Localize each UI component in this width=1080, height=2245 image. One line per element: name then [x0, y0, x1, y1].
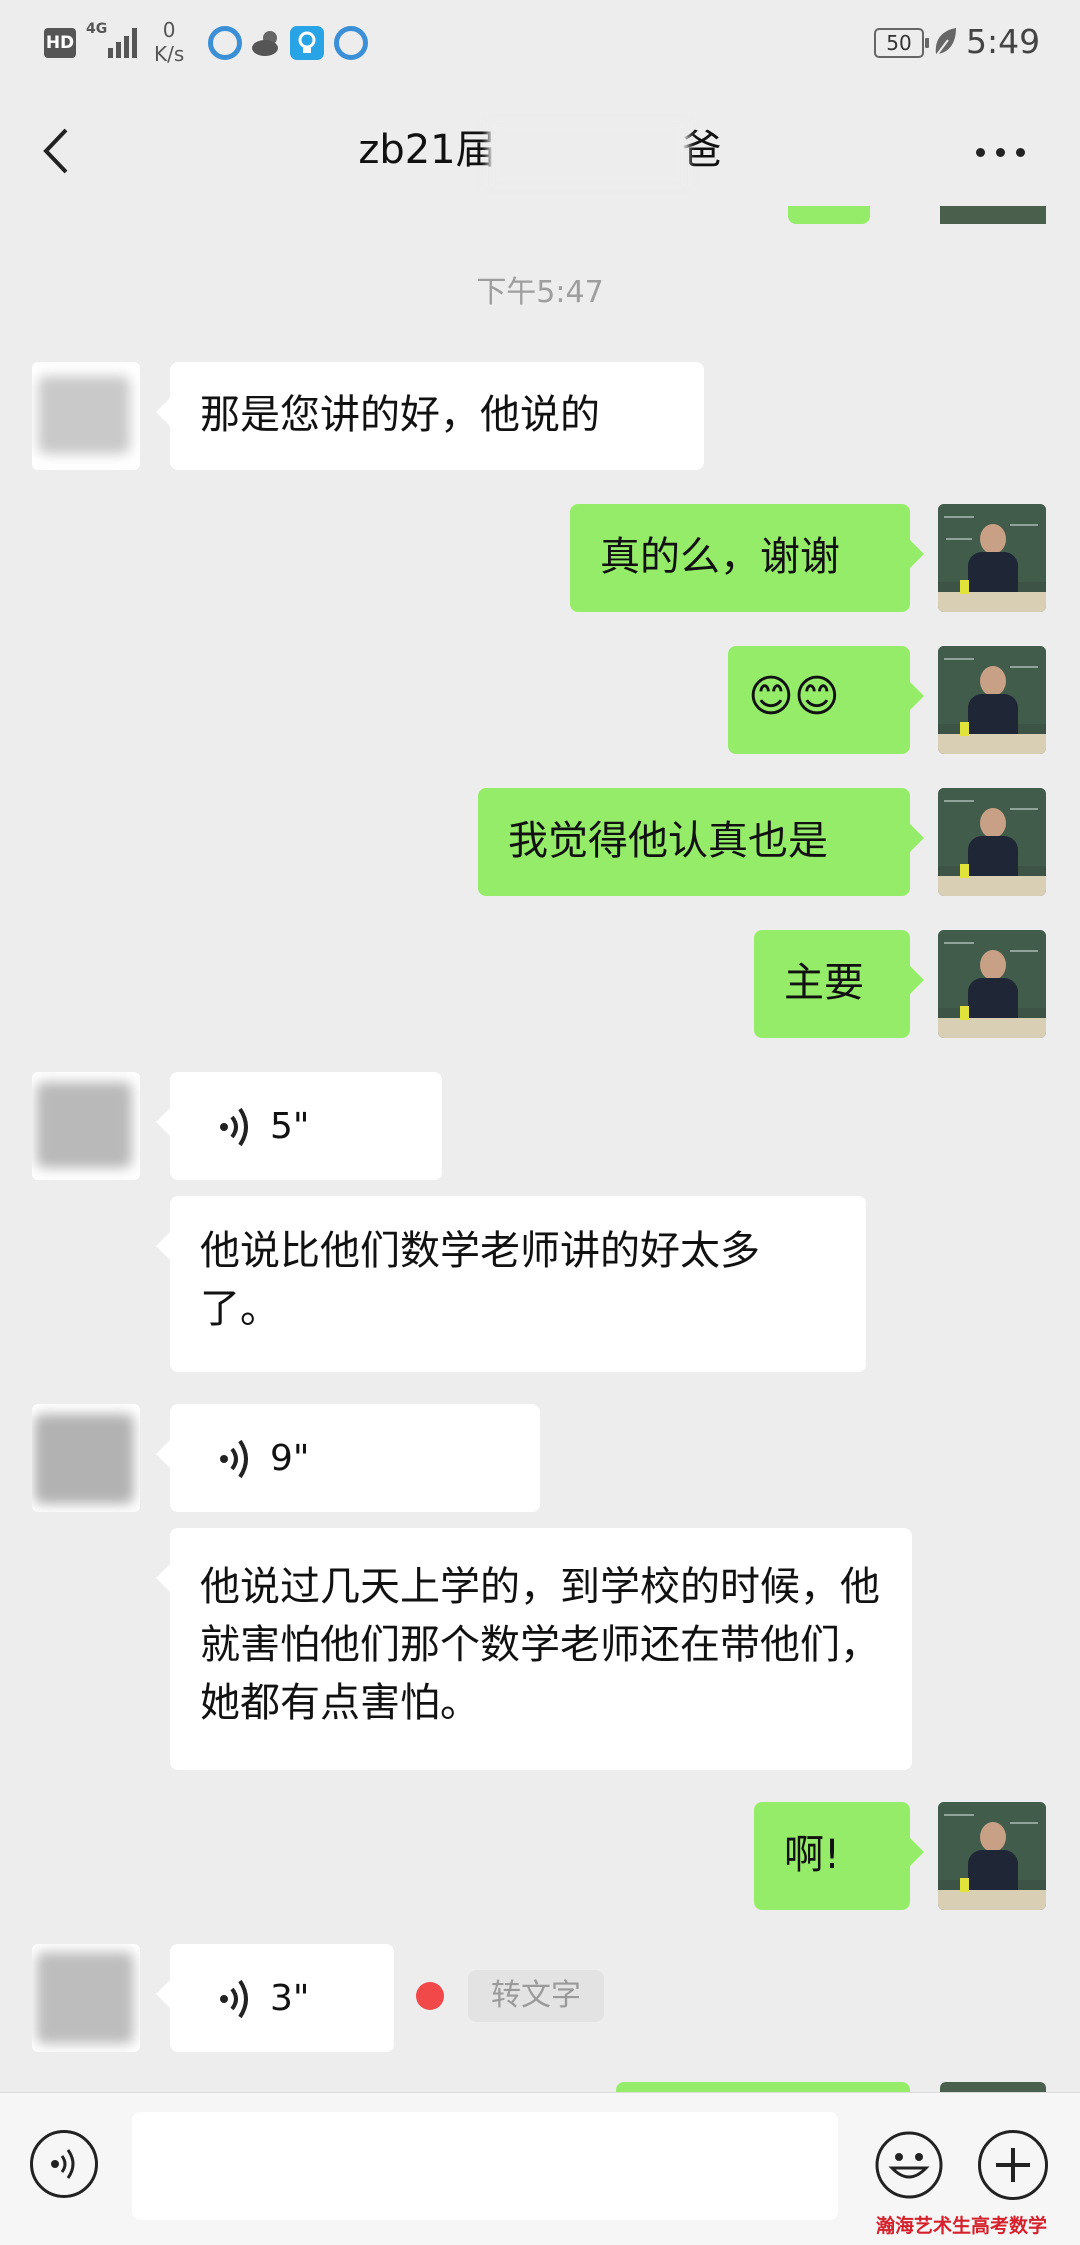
title-redaction-mask	[488, 122, 688, 186]
message-bubble[interactable]: 他说过几天上学的，到学校的时候，他就害怕他们那个数学老师还在带他们，她都有点害怕…	[156, 1528, 912, 1770]
message-text: 他说比他们数学老师讲的好太多了。	[200, 1228, 760, 1332]
signal-icon	[108, 24, 142, 58]
emoji-button[interactable]	[874, 2130, 944, 2200]
message-text: 那是您讲的好，他说的	[200, 392, 600, 438]
message-text: 我觉得他认真也是	[508, 818, 828, 864]
emoji-text: 😊😊	[748, 671, 840, 722]
network-speed-value: 0	[162, 18, 176, 42]
message-bubble[interactable]: 啊!	[754, 1802, 924, 1910]
voice-input-icon	[51, 2149, 75, 2179]
message-bubble[interactable]: 真的么，谢谢	[570, 504, 924, 612]
message-bubble[interactable]: 那是您讲的好，他说的	[156, 362, 704, 470]
transcribe-button[interactable]: 转文字	[468, 1970, 604, 2022]
network-type: 4G	[86, 21, 108, 37]
watermark: 瀚海艺术生高考数学	[876, 2215, 1048, 2237]
voice-wave-icon	[220, 1439, 248, 1479]
app-notification-icon	[208, 26, 242, 60]
emoji-message-bubble[interactable]: 😊😊	[728, 646, 924, 754]
unread-dot	[416, 1982, 444, 2010]
network-speed: 0 K/s	[154, 18, 184, 66]
contact-avatar[interactable]	[32, 1072, 140, 1180]
message-bubble[interactable]: 主要	[754, 930, 924, 1038]
message-bubble[interactable]: 我觉得他认真也是	[478, 788, 924, 896]
app-notification-icon-2	[334, 26, 368, 60]
voice-message-bubble[interactable]: 5"	[156, 1072, 442, 1180]
my-avatar[interactable]	[938, 646, 1046, 754]
chat-title-text: zb21届	[358, 127, 496, 173]
my-avatar[interactable]	[938, 930, 1046, 1038]
message-input[interactable]	[132, 2112, 838, 2220]
voice-wave-icon	[220, 1107, 248, 1147]
my-avatar[interactable]	[938, 1802, 1046, 1910]
contact-avatar[interactable]	[32, 362, 140, 470]
message-timestamp: 下午5:47	[476, 275, 604, 310]
lightbulb-app-icon	[290, 26, 324, 60]
voice-message-bubble[interactable]: 3"	[156, 1944, 394, 2052]
plus-button[interactable]	[978, 2130, 1048, 2200]
emoji-icon	[875, 2131, 943, 2199]
voice-duration: 5"	[270, 1106, 310, 1147]
voice-duration: 3"	[270, 1978, 310, 2019]
my-avatar[interactable]	[938, 788, 1046, 896]
battery-icon: 50	[874, 28, 929, 58]
voice-wave-icon	[220, 1979, 248, 2019]
weather-icon	[250, 26, 284, 60]
more-button[interactable]	[976, 148, 1026, 160]
contact-avatar[interactable]	[32, 1404, 140, 1512]
message-bubble[interactable]: 他说比他们数学老师讲的好太多了。	[156, 1196, 866, 1372]
message-text: 真的么，谢谢	[600, 534, 840, 580]
voice-message-bubble[interactable]: 9"	[156, 1404, 540, 1512]
status-bar: HD 4G 0 K/s 50 5:49	[0, 0, 1080, 80]
leaf-icon	[932, 26, 958, 58]
previous-message-edge	[788, 206, 870, 224]
clock: 5:49	[966, 22, 1041, 61]
my-avatar[interactable]	[938, 504, 1046, 612]
voice-input-button[interactable]	[30, 2130, 98, 2198]
message-text: 主要	[784, 960, 864, 1006]
network-speed-unit: K/s	[154, 42, 185, 66]
message-text: 他说过几天上学的，到学校的时候，他就害怕他们那个数学老师还在带他们，她都有点害怕…	[200, 1564, 880, 1726]
contact-avatar[interactable]	[32, 1944, 140, 2052]
previous-avatar-edge	[940, 206, 1046, 224]
message-text: 啊!	[784, 1832, 841, 1878]
voice-duration: 9"	[270, 1438, 310, 1479]
hd-indicator: HD	[44, 28, 76, 58]
